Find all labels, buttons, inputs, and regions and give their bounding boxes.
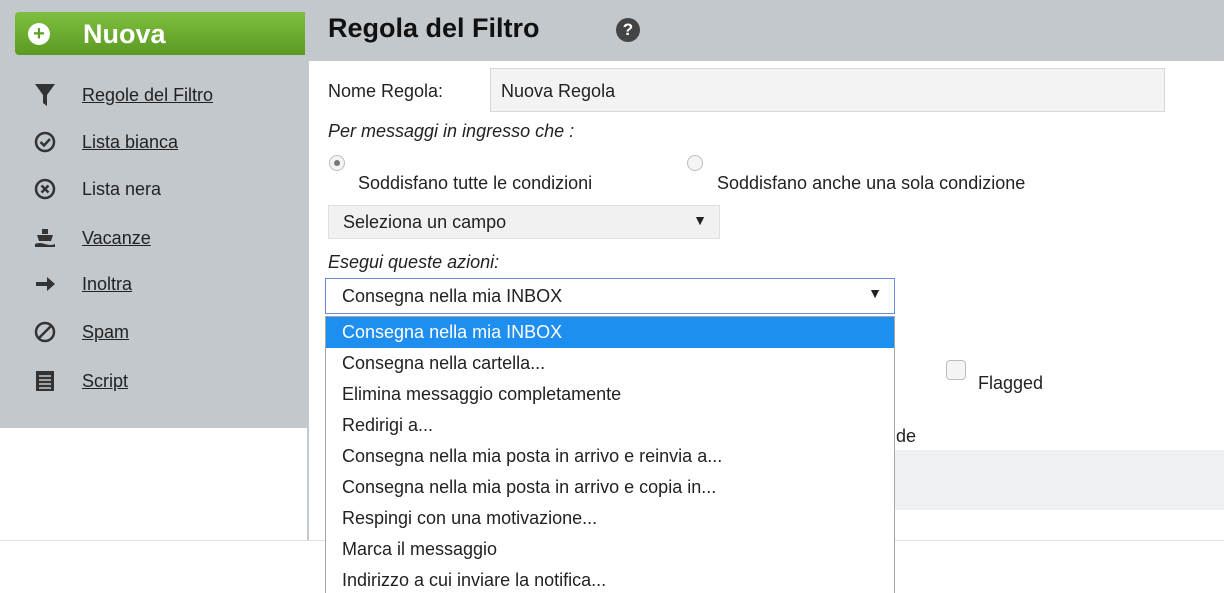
action-select-value: Consegna nella mia INBOX	[342, 286, 563, 306]
sidebar-item-label: Inoltra	[82, 273, 133, 294]
dropdown-option[interactable]: Consegna nella cartella...	[326, 348, 894, 379]
radio-match-all-label: Soddisfano tutte le condizioni	[358, 173, 593, 193]
dropdown-option[interactable]: Marca il messaggio	[326, 534, 894, 565]
new-rule-label: Nuova	[83, 19, 166, 49]
field-select[interactable]: Seleziona un campo ▼	[328, 205, 720, 239]
check-circle-icon	[34, 131, 56, 153]
action-dropdown-list: Consegna nella mia INBOX Consegna nella …	[325, 316, 895, 593]
funnel-icon	[34, 84, 56, 106]
actions-label: Esegui queste azioni:	[328, 252, 500, 272]
arrow-right-icon	[34, 273, 56, 295]
sidebar-item-label: Script	[82, 370, 129, 391]
cruise-ship-icon	[34, 227, 56, 249]
incoming-label: Per messaggi in ingresso che :	[328, 121, 575, 141]
caret-down-icon: ▼	[693, 212, 707, 228]
sidebar-item-forward[interactable]: Inoltra	[34, 268, 132, 300]
radio-match-any[interactable]	[687, 155, 703, 171]
sidebar-item-script[interactable]: Script	[34, 365, 128, 397]
dropdown-option[interactable]: Consegna nella mia INBOX	[326, 317, 894, 348]
sidebar-item-spam[interactable]: Spam	[34, 316, 129, 348]
radio-match-any-label: Soddisfano anche una sola condizione	[717, 173, 1026, 193]
question-circle-icon[interactable]: ?	[616, 18, 640, 42]
dropdown-option[interactable]: Indirizzo a cui inviare la notifica...	[326, 565, 894, 593]
dropdown-option[interactable]: Elimina messaggio completamente	[326, 379, 894, 410]
flagged-checkbox[interactable]	[946, 360, 966, 380]
sidebar-item-label-text: Lista bianca	[82, 131, 179, 152]
page-header: Regola del Filtro ?	[309, 0, 1224, 61]
dropdown-option[interactable]: Respingi con una motivazione...	[326, 503, 894, 534]
sidebar-divider	[307, 0, 309, 541]
sidebar-item-blacklist[interactable]: Lista nera	[34, 173, 161, 205]
radio-match-all[interactable]	[329, 155, 345, 171]
partial-text: de	[896, 426, 917, 446]
sidebar-item-label: Regole del Filtro	[82, 84, 214, 105]
page-title: Regola del Filtro	[328, 13, 540, 43]
sidebar: + Nuova Regole del Filtro Lista bianca L…	[0, 0, 307, 428]
dropdown-option[interactable]: Consegna nella mia posta in arrivo e rei…	[326, 441, 894, 472]
sidebar-item-whitelist[interactable]: Lista bianca	[34, 126, 178, 158]
x-circle-icon	[34, 178, 56, 200]
sidebar-item-label: Lista nera	[82, 178, 162, 199]
sidebar-item-label: Spam	[82, 321, 130, 342]
plus-icon: +	[28, 23, 50, 45]
rule-name-label: Nome Regola:	[328, 81, 444, 101]
sidebar-item-label: Vacanze	[82, 227, 151, 248]
sidebar-item-filter-rules[interactable]: Regole del Filtro	[34, 79, 213, 111]
flagged-label: Flagged	[978, 373, 1044, 393]
dropdown-option[interactable]: Redirigi a...	[326, 410, 894, 441]
caret-down-icon: ▼	[868, 285, 882, 301]
rule-name-field[interactable]: Nuova Regola	[490, 68, 1165, 112]
document-lines-icon	[34, 370, 56, 392]
sidebar-item-vacation[interactable]: Vacanze	[34, 222, 151, 254]
field-select-value: Seleziona un campo	[343, 212, 507, 232]
prohibited-icon	[34, 321, 56, 343]
new-rule-button[interactable]: + Nuova	[15, 12, 305, 55]
action-select[interactable]: Consegna nella mia INBOX ▼	[325, 278, 895, 314]
dropdown-option[interactable]: Consegna nella mia posta in arrivo e cop…	[326, 472, 894, 503]
sidebar-item-label: Lista bianca	[82, 132, 178, 153]
